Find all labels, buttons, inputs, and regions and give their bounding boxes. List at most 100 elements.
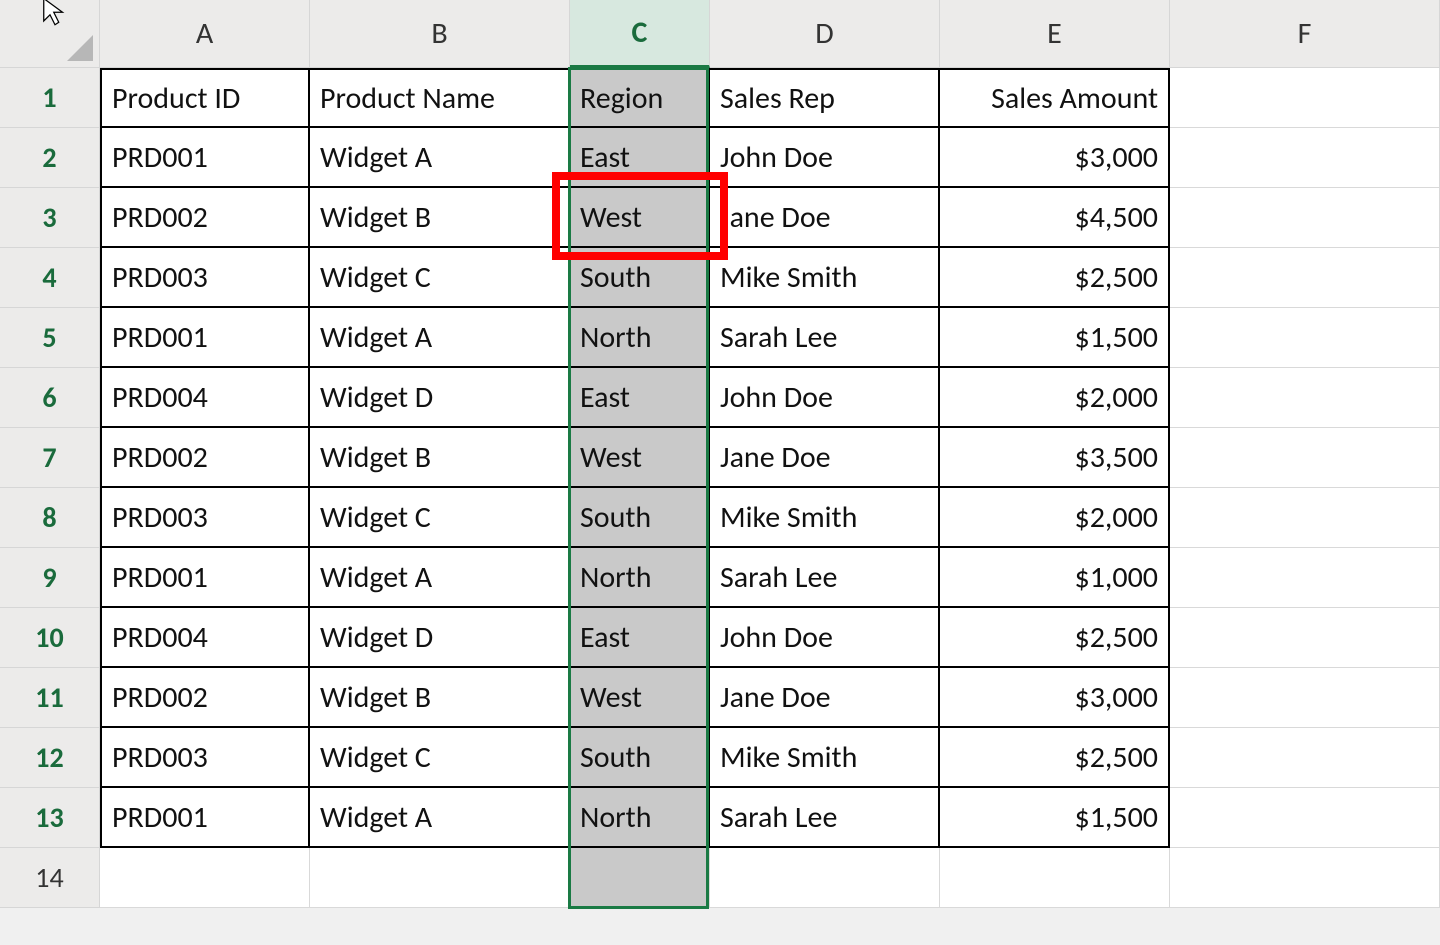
cell-F2[interactable]: [1170, 128, 1440, 188]
cell-B12[interactable]: Widget C: [310, 728, 570, 788]
cell-F3[interactable]: [1170, 188, 1440, 248]
cell-C11[interactable]: West: [570, 668, 710, 728]
row-header-2[interactable]: 2: [0, 128, 100, 188]
cell-D9[interactable]: Sarah Lee: [710, 548, 940, 608]
col-header-E[interactable]: E: [940, 0, 1170, 68]
cell-A6[interactable]: PRD004: [100, 368, 310, 428]
cell-F9[interactable]: [1170, 548, 1440, 608]
cell-F11[interactable]: [1170, 668, 1440, 728]
cell-B3[interactable]: Widget B: [310, 188, 570, 248]
cell-A1[interactable]: Product ID: [100, 68, 310, 128]
cell-B5[interactable]: Widget A: [310, 308, 570, 368]
row-header-6[interactable]: 6: [0, 368, 100, 428]
cell-F12[interactable]: [1170, 728, 1440, 788]
row-header-8[interactable]: 8: [0, 488, 100, 548]
cell-B6[interactable]: Widget D: [310, 368, 570, 428]
cell-F4[interactable]: [1170, 248, 1440, 308]
cell-B2[interactable]: Widget A: [310, 128, 570, 188]
cell-B9[interactable]: Widget A: [310, 548, 570, 608]
cell-D5[interactable]: Sarah Lee: [710, 308, 940, 368]
col-header-A[interactable]: A: [100, 0, 310, 68]
cell-C3[interactable]: West: [570, 188, 710, 248]
cell-C5[interactable]: North: [570, 308, 710, 368]
row-header-12[interactable]: 12: [0, 728, 100, 788]
cell-D2[interactable]: John Doe: [710, 128, 940, 188]
cell-A13[interactable]: PRD001: [100, 788, 310, 848]
cell-B4[interactable]: Widget C: [310, 248, 570, 308]
cell-D1[interactable]: Sales Rep: [710, 68, 940, 128]
row-header-5[interactable]: 5: [0, 308, 100, 368]
cell-C10[interactable]: East: [570, 608, 710, 668]
cell-D12[interactable]: Mike Smith: [710, 728, 940, 788]
cell-B8[interactable]: Widget C: [310, 488, 570, 548]
col-header-D[interactable]: D: [710, 0, 940, 68]
cell-F8[interactable]: [1170, 488, 1440, 548]
cell-E13[interactable]: $1,500: [940, 788, 1170, 848]
cell-E12[interactable]: $2,500: [940, 728, 1170, 788]
cell-A3[interactable]: PRD002: [100, 188, 310, 248]
cell-E2[interactable]: $3,000: [940, 128, 1170, 188]
cell-D7[interactable]: Jane Doe: [710, 428, 940, 488]
cell-A11[interactable]: PRD002: [100, 668, 310, 728]
cell-B7[interactable]: Widget B: [310, 428, 570, 488]
cell-E11[interactable]: $3,000: [940, 668, 1170, 728]
cell-C1[interactable]: Region: [570, 68, 710, 128]
row-header-10[interactable]: 10: [0, 608, 100, 668]
row-header-9[interactable]: 9: [0, 548, 100, 608]
cell-E10[interactable]: $2,500: [940, 608, 1170, 668]
row-header-7[interactable]: 7: [0, 428, 100, 488]
cell-D14[interactable]: [710, 848, 940, 908]
row-header-13[interactable]: 13: [0, 788, 100, 848]
row-header-1[interactable]: 1: [0, 68, 100, 128]
cell-E1[interactable]: Sales Amount: [940, 68, 1170, 128]
cell-C14[interactable]: [570, 848, 710, 908]
cell-A10[interactable]: PRD004: [100, 608, 310, 668]
cell-B13[interactable]: Widget A: [310, 788, 570, 848]
cell-D13[interactable]: Sarah Lee: [710, 788, 940, 848]
cell-A14[interactable]: [100, 848, 310, 908]
cell-E14[interactable]: [940, 848, 1170, 908]
cell-F1[interactable]: [1170, 68, 1440, 128]
cell-E4[interactable]: $2,500: [940, 248, 1170, 308]
cell-D11[interactable]: Jane Doe: [710, 668, 940, 728]
cell-C6[interactable]: East: [570, 368, 710, 428]
cell-C13[interactable]: North: [570, 788, 710, 848]
row-header-4[interactable]: 4: [0, 248, 100, 308]
cell-E8[interactable]: $2,000: [940, 488, 1170, 548]
cell-A9[interactable]: PRD001: [100, 548, 310, 608]
cell-D3[interactable]: Jane Doe: [710, 188, 940, 248]
cell-C2[interactable]: East: [570, 128, 710, 188]
row-header-11[interactable]: 11: [0, 668, 100, 728]
cell-B10[interactable]: Widget D: [310, 608, 570, 668]
cell-B11[interactable]: Widget B: [310, 668, 570, 728]
cell-D8[interactable]: Mike Smith: [710, 488, 940, 548]
cell-C8[interactable]: South: [570, 488, 710, 548]
cell-D4[interactable]: Mike Smith: [710, 248, 940, 308]
cell-E3[interactable]: $4,500: [940, 188, 1170, 248]
cell-A8[interactable]: PRD003: [100, 488, 310, 548]
cell-F7[interactable]: [1170, 428, 1440, 488]
col-header-B[interactable]: B: [310, 0, 570, 68]
col-header-C[interactable]: C: [570, 0, 710, 68]
cell-F6[interactable]: [1170, 368, 1440, 428]
cell-E7[interactable]: $3,500: [940, 428, 1170, 488]
cell-A2[interactable]: PRD001: [100, 128, 310, 188]
cell-F5[interactable]: [1170, 308, 1440, 368]
cell-E5[interactable]: $1,500: [940, 308, 1170, 368]
cell-B1[interactable]: Product Name: [310, 68, 570, 128]
cell-A4[interactable]: PRD003: [100, 248, 310, 308]
cell-B14[interactable]: [310, 848, 570, 908]
cell-F14[interactable]: [1170, 848, 1440, 908]
cell-C12[interactable]: South: [570, 728, 710, 788]
cell-C7[interactable]: West: [570, 428, 710, 488]
cell-E6[interactable]: $2,000: [940, 368, 1170, 428]
row-header-3[interactable]: 3: [0, 188, 100, 248]
cell-C4[interactable]: South: [570, 248, 710, 308]
col-header-F[interactable]: F: [1170, 0, 1440, 68]
cell-D6[interactable]: John Doe: [710, 368, 940, 428]
cell-A7[interactable]: PRD002: [100, 428, 310, 488]
cell-E9[interactable]: $1,000: [940, 548, 1170, 608]
cell-F13[interactable]: [1170, 788, 1440, 848]
cell-A12[interactable]: PRD003: [100, 728, 310, 788]
cell-C9[interactable]: North: [570, 548, 710, 608]
